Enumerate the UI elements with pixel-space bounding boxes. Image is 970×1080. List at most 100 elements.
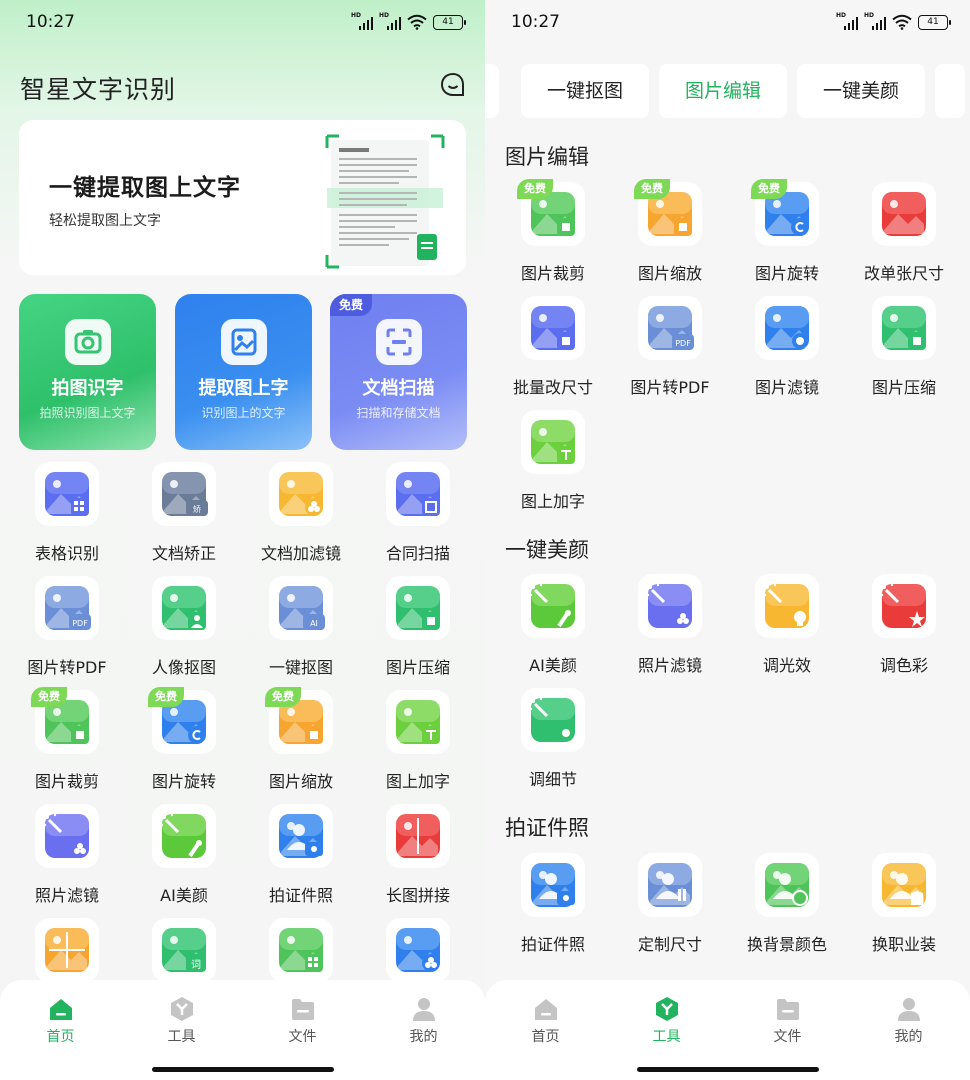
tool-item[interactable]: 免费 图片缩放 (243, 687, 359, 802)
tool-item[interactable]: 定制尺寸 (612, 853, 728, 965)
bottom-tab-bar: 首页 工具 文件 我的 (0, 980, 485, 1080)
tab-home[interactable]: 首页 (485, 996, 606, 1056)
image-sticker-icon (386, 918, 450, 982)
ai-cutout-icon: AI (269, 576, 333, 640)
category-tab-cutout[interactable]: 一键抠图 (521, 64, 649, 118)
home-screen: 10:27 HD HD 41 智星文字识别 一键提取图上文字 轻松提取图上文字 (0, 0, 485, 1080)
tool-item[interactable]: 拍证件照 (495, 853, 611, 965)
tool-item[interactable]: 照片滤镜 (9, 804, 125, 916)
ocr-banner[interactable]: 一键提取图上文字 轻松提取图上文字 (19, 120, 466, 275)
tool-item[interactable]: 人像抠图 (126, 576, 242, 688)
tab-files[interactable]: 文件 (727, 996, 848, 1056)
document-scan-card[interactable]: 免费 文档扫描 扫描和存储文档 (330, 294, 467, 450)
tool-item[interactable]: 表格识别 (9, 462, 125, 574)
tool-item[interactable]: 调光效 (729, 574, 845, 686)
tool-label: 图上加字 (385, 772, 450, 791)
section-title-id-photo: 拍证件照 (505, 816, 589, 840)
resize-single-icon (872, 182, 936, 246)
tool-item[interactable]: 免费 图片旋转 (126, 687, 242, 802)
tool-item[interactable]: 换职业装 (846, 853, 962, 965)
category-tab-image-edit[interactable]: 图片编辑 (659, 64, 787, 118)
tab-label: 我的 (894, 1029, 923, 1045)
free-tag: 免费 (31, 687, 67, 707)
tab-label: 工具 (652, 1029, 681, 1045)
tool-item[interactable]: 调色彩 (846, 574, 962, 686)
tool-label: 照片滤镜 (637, 656, 702, 675)
tool-item[interactable]: 矫 文档矫正 (126, 462, 242, 574)
contract-scan-icon (386, 462, 450, 526)
tool-item[interactable]: 免费 图片缩放 (612, 179, 728, 294)
tool-item[interactable]: 免费 图片裁剪 (9, 687, 125, 802)
home-icon (50, 999, 72, 1020)
tool-item[interactable]: 图片滤镜 (729, 296, 845, 408)
word-icon: 词 (152, 918, 216, 982)
image-filter-icon (755, 296, 819, 360)
customer-service-icon[interactable] (440, 72, 466, 98)
status-bar: 10:27 HD HD 41 (0, 0, 485, 46)
detail-adjust-icon (521, 688, 585, 752)
tool-label: 图片压缩 (385, 658, 450, 677)
tool-item[interactable]: PDF 图片转PDF (9, 576, 125, 688)
user-icon (898, 998, 920, 1021)
photo-ocr-card[interactable]: 拍图识字 拍照识别图上文字 (19, 294, 156, 450)
tool-item[interactable]: AI 一键抠图 (243, 576, 359, 688)
tool-item[interactable]: 换背景颜色 (729, 853, 845, 965)
user-icon (413, 998, 435, 1021)
tool-label: 拍证件照 (268, 886, 333, 905)
tool-item[interactable]: 免费 图片旋转 (729, 179, 845, 294)
tab-files[interactable]: 文件 (242, 996, 363, 1056)
svg-text:矫: 矫 (193, 504, 201, 514)
category-tab-beauty[interactable]: 一键美颜 (797, 64, 925, 118)
document-scan-subtitle: 扫描和存储文档 (356, 406, 441, 420)
tool-item[interactable]: PDF 图片转PDF (612, 296, 728, 408)
tool-item[interactable]: 调细节 (495, 688, 611, 800)
tool-item[interactable]: 图片压缩 (846, 296, 962, 408)
category-tab-partial[interactable] (935, 64, 965, 118)
portrait-cutout-icon (152, 576, 216, 640)
signal-icon: HD (864, 12, 886, 30)
tools-screen: 10:27 HD HD 41 一键抠图 图片编辑 一键美颜 图片编辑 免费 图片裁… (485, 0, 970, 1080)
image-icon (221, 319, 267, 365)
status-time: 10:27 (511, 12, 560, 32)
tab-me[interactable]: 我的 (363, 996, 484, 1056)
tool-item[interactable]: 长图拼接 (360, 804, 476, 916)
tool-item[interactable]: 拍证件照 (243, 804, 359, 916)
section-title-beauty: 一键美颜 (505, 538, 589, 562)
tool-item[interactable]: 图上加字 (495, 410, 611, 522)
tool-label: 改单张尺寸 (863, 264, 944, 283)
tool-item[interactable]: 图片压缩 (360, 576, 476, 688)
app-title: 智星文字识别 (20, 75, 177, 104)
tool-item[interactable]: 文档加滤镜 (243, 462, 359, 574)
tool-label: 合同扫描 (385, 544, 450, 563)
tool-label: 文档加滤镜 (260, 544, 341, 563)
tool-item[interactable]: AI美颜 (495, 574, 611, 686)
tool-item[interactable]: AI美颜 (126, 804, 242, 916)
tab-tools[interactable]: 工具 (121, 996, 242, 1056)
free-tag: 免费 (330, 294, 373, 316)
tool-item[interactable]: 合同扫描 (360, 462, 476, 574)
tool-item[interactable]: 图上加字 (360, 690, 476, 802)
banner-subtitle: 轻松提取图上文字 (49, 213, 161, 229)
camera-icon (65, 319, 111, 365)
extract-text-card[interactable]: 提取图上字 识别图上的文字 (175, 294, 312, 450)
tab-label: 文件 (773, 1029, 802, 1045)
tool-label: 图片缩放 (637, 264, 702, 283)
category-tab-partial[interactable] (485, 64, 499, 118)
battery-icon: 41 (918, 14, 951, 30)
image-crop-icon: 免费 (517, 179, 585, 246)
tool-label: 文档矫正 (151, 544, 216, 563)
tool-label: 图片旋转 (754, 264, 819, 283)
tab-me[interactable]: 我的 (848, 996, 969, 1056)
wifi-icon (892, 14, 912, 30)
image-mosaic-icon (269, 918, 333, 982)
image-compress-icon (872, 296, 936, 360)
tool-item[interactable]: 免费 图片裁剪 (495, 179, 611, 294)
tab-home[interactable]: 首页 (0, 996, 121, 1056)
batch-resize-icon (521, 296, 585, 360)
tab-tools[interactable]: 工具 (606, 996, 727, 1056)
svg-text:PDF: PDF (72, 619, 88, 628)
tool-item[interactable]: 改单张尺寸 (846, 182, 962, 294)
tool-item[interactable]: 照片滤镜 (612, 574, 728, 686)
tool-item[interactable]: 批量改尺寸 (495, 296, 611, 408)
tab-label: 文件 (288, 1029, 317, 1045)
